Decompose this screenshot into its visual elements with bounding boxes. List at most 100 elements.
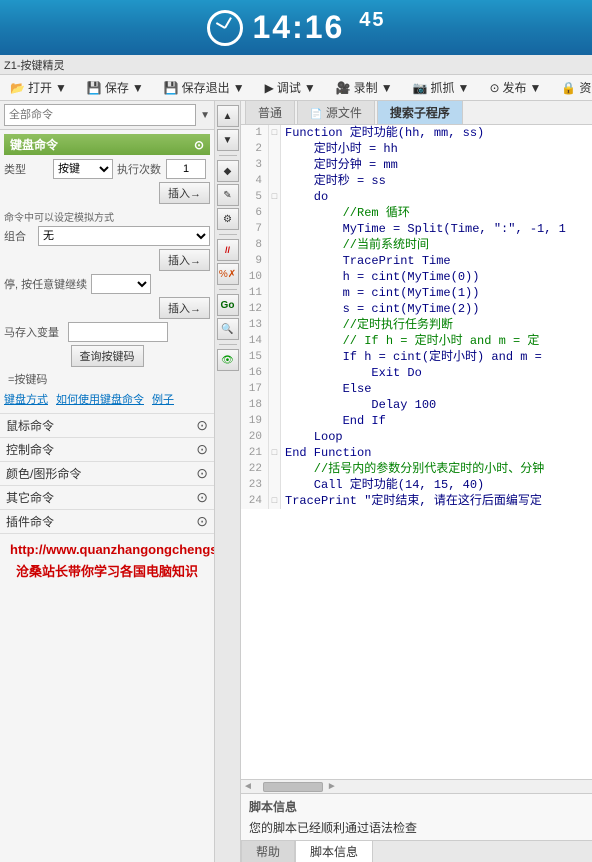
line-number: 12 xyxy=(241,301,269,317)
vtool-go[interactable]: Go xyxy=(217,294,239,316)
line-marker xyxy=(269,301,281,317)
line-content: Exit Do xyxy=(281,365,422,381)
vtool-percent[interactable]: %✗ xyxy=(217,263,239,285)
line-content: //Rem 循环 xyxy=(281,205,410,221)
type-label: 类型 xyxy=(4,161,49,177)
line-marker xyxy=(269,349,281,365)
vtool-up[interactable]: ▲ xyxy=(217,105,239,127)
vtool-search[interactable]: 🔍 xyxy=(217,318,239,340)
code-line: 15 If h = cint(定时小时) and m = xyxy=(241,349,592,365)
code-line: 7 MyTime = Split(Time, ":", -1, 1 xyxy=(241,221,592,237)
var-input[interactable] xyxy=(68,322,168,342)
link-how-to-use[interactable]: 如何使用键盘命令 xyxy=(56,391,144,407)
menu-debug[interactable]: ▶ 调试 ▼ xyxy=(259,77,322,98)
stop-row: 停, 按任意键继续 xyxy=(4,274,210,294)
line-number: 14 xyxy=(241,333,269,349)
other-section-header[interactable]: 其它命令 ⊙ xyxy=(0,486,214,509)
code-line: 4 定时秒 = ss xyxy=(241,173,592,189)
line-marker: □ xyxy=(269,493,281,509)
combo-select[interactable]: 无 xyxy=(38,226,210,246)
insert-button-3[interactable]: 插入→ xyxy=(159,297,210,319)
v-sep3 xyxy=(219,289,237,290)
left-top-bar: ▼ xyxy=(0,101,214,130)
scrollbar-thumb[interactable] xyxy=(263,782,323,792)
plugin-expand-icon: ⊙ xyxy=(196,513,208,530)
line-number: 8 xyxy=(241,237,269,253)
other-section-label: 其它命令 xyxy=(6,489,54,506)
vtool-edit[interactable]: ✎ xyxy=(217,184,239,206)
color-section-header[interactable]: 颜色/图形命令 ⊙ xyxy=(0,462,214,485)
keyboard-section: 键盘命令 ⊙ 类型 按键 执行次数 插入→ 命令中可以设定模拟方式 组合 无 xyxy=(0,130,214,414)
vtool-gear[interactable]: ⚙ xyxy=(217,208,239,230)
time-display: 14:16 45 xyxy=(253,9,386,46)
insert-button-1[interactable]: 插入→ xyxy=(159,182,210,204)
code-line: 21□End Function xyxy=(241,445,592,461)
line-number: 24 xyxy=(241,493,269,509)
line-marker xyxy=(269,461,281,477)
line-content: 定时秒 = ss xyxy=(281,173,386,189)
tab-help[interactable]: 帮助 xyxy=(241,840,295,862)
code-line: 23 Call 定时功能(14, 15, 40) xyxy=(241,477,592,493)
script-info-title: 脚本信息 xyxy=(249,798,584,815)
vtool-down[interactable]: ▼ xyxy=(217,129,239,151)
script-info-panel: 脚本信息 您的脚本已经顺利通过语法检查 xyxy=(241,793,592,840)
vtool-eye[interactable]: 👁 xyxy=(217,349,239,371)
code-line: 14 // If h = 定时小时 and m = 定 xyxy=(241,333,592,349)
menu-record[interactable]: 🎥 录制 ▼ xyxy=(330,77,399,98)
line-content: m = cint(MyTime(1)) xyxy=(281,285,479,301)
code-editor[interactable]: 1□Function 定时功能(hh, mm, ss)2 定时小时 = hh3 … xyxy=(241,125,592,779)
line-content: 定时分钟 = mm xyxy=(281,157,398,173)
search-input[interactable] xyxy=(4,104,196,126)
tab-script-info[interactable]: 脚本信息 xyxy=(295,840,373,862)
menu-open[interactable]: 📂 打开 ▼ xyxy=(4,77,73,98)
mouse-section-header[interactable]: 鼠标命令 ⊙ xyxy=(0,414,214,437)
line-content: // If h = 定时小时 and m = 定 xyxy=(281,333,539,349)
control-section-header[interactable]: 控制命令 ⊙ xyxy=(0,438,214,461)
code-line: 6 //Rem 循环 xyxy=(241,205,592,221)
title-bar: Z1-按键精灵 xyxy=(0,55,592,75)
v-sep2 xyxy=(219,234,237,235)
line-content: End Function xyxy=(281,445,371,461)
code-line: 17 Else xyxy=(241,381,592,397)
line-marker xyxy=(269,381,281,397)
line-marker: □ xyxy=(269,445,281,461)
menu-resource[interactable]: 🔒 资 xyxy=(555,77,592,98)
main-area: ▼ 键盘命令 ⊙ 类型 按键 执行次数 插入→ 命令中可以设定模拟方式 xyxy=(0,101,592,862)
vtool-red[interactable]: // xyxy=(217,239,239,261)
mouse-section: 鼠标命令 ⊙ xyxy=(0,414,214,438)
code-line: 3 定时分钟 = mm xyxy=(241,157,592,173)
insert-button-2[interactable]: 插入→ xyxy=(159,249,210,271)
count-input[interactable] xyxy=(166,159,206,179)
vtool-diamond[interactable]: ◆ xyxy=(217,160,239,182)
code-line: 20 Loop xyxy=(241,429,592,445)
type-select[interactable]: 按键 xyxy=(53,159,113,179)
code-line: 10 h = cint(MyTime(0)) xyxy=(241,269,592,285)
control-section-label: 控制命令 xyxy=(6,441,54,458)
stop-label: 停, 按任意键继续 xyxy=(4,276,87,292)
keyboard-section-header[interactable]: 键盘命令 ⊙ xyxy=(4,134,210,155)
plugin-section-label: 插件命令 xyxy=(6,513,54,530)
tab-normal[interactable]: 普通 xyxy=(245,101,295,124)
stop-select[interactable] xyxy=(91,274,151,294)
link-keyboard-mode[interactable]: 键盘方式 xyxy=(4,391,48,407)
chevron-down-icon: ▼ xyxy=(200,110,210,121)
tab-source[interactable]: 📄 源文件 xyxy=(297,101,375,124)
menu-save-exit[interactable]: 💾 保存退出 ▼ xyxy=(158,77,251,98)
line-content: TracePrint Time xyxy=(281,253,451,269)
section-expand-icon: ⊙ xyxy=(194,138,204,152)
line-number: 5 xyxy=(241,189,269,205)
line-number: 6 xyxy=(241,205,269,221)
plugin-section-header[interactable]: 插件命令 ⊙ xyxy=(0,510,214,533)
line-number: 11 xyxy=(241,285,269,301)
query-button[interactable]: 查询按键码 xyxy=(71,345,144,367)
code-line: 9 TracePrint Time xyxy=(241,253,592,269)
h-scrollbar[interactable]: ◄ ► xyxy=(241,779,592,793)
link-example[interactable]: 例子 xyxy=(152,391,174,407)
url-text[interactable]: http://www.quanzhangongchengshi.com/ xyxy=(0,534,214,559)
menu-capture[interactable]: 📷 抓抓 ▼ xyxy=(407,77,476,98)
tab-search-sub[interactable]: 搜索子程序 xyxy=(377,101,463,124)
resource-icon: 🔒 xyxy=(561,81,576,95)
menu-publish[interactable]: ⊙ 发布 ▼ xyxy=(483,77,547,98)
script-info-text: 您的脚本已经顺利通过语法检查 xyxy=(249,819,584,836)
menu-save[interactable]: 💾 保存 ▼ xyxy=(81,77,150,98)
